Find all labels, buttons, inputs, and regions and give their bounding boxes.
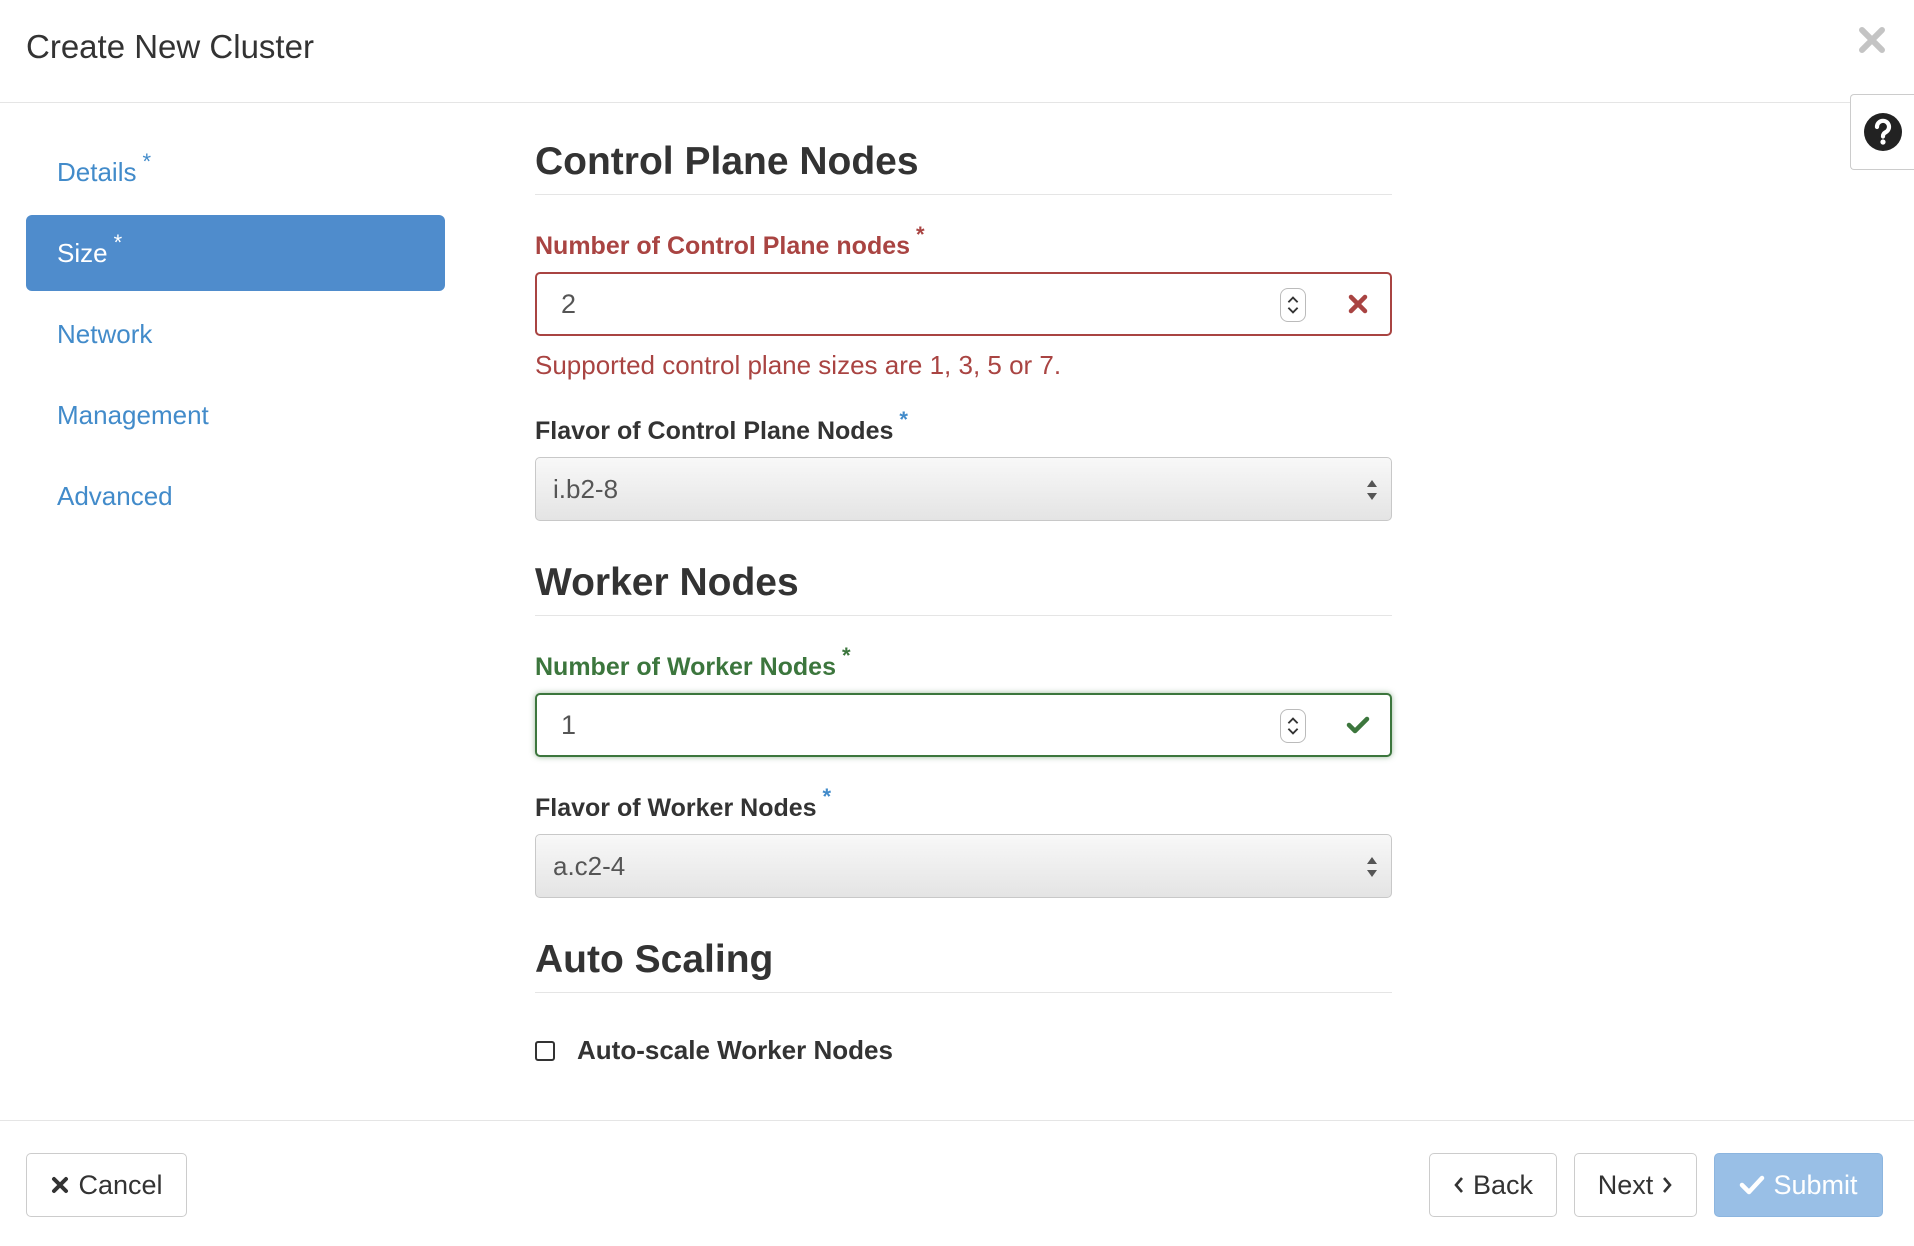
dialog-footer: Cancel Back Next Submit xyxy=(0,1120,1914,1246)
section-title-worker-nodes: Worker Nodes xyxy=(535,557,1392,616)
sidebar-item-size[interactable]: Size * xyxy=(26,215,445,291)
create-cluster-dialog: Create New Cluster Details * Size * Networ… xyxy=(0,0,1914,1246)
help-button[interactable] xyxy=(1850,94,1914,170)
sidebar-item-label: Size xyxy=(57,238,108,268)
control-plane-flavor-select[interactable]: i.b2-8 xyxy=(535,457,1392,521)
cancel-label: Cancel xyxy=(78,1169,163,1200)
sidebar-item-details[interactable]: Details * xyxy=(26,134,445,210)
wizard-sidebar: Details * Size * Network Management Advanc… xyxy=(26,134,445,539)
sidebar-item-label: Management xyxy=(57,400,209,430)
chevron-left-icon xyxy=(1454,1177,1463,1193)
select-value: i.b2-8 xyxy=(553,474,619,504)
sidebar-item-management[interactable]: Management xyxy=(26,377,445,453)
required-marker: * xyxy=(916,222,925,247)
worker-count-input[interactable] xyxy=(537,695,1237,755)
section-title-control-plane: Control Plane Nodes xyxy=(535,136,1392,195)
required-marker: * xyxy=(822,784,832,809)
control-plane-flavor-label: Flavor of Control Plane Nodes * xyxy=(535,407,1392,447)
sidebar-item-network[interactable]: Network xyxy=(26,296,445,372)
number-spinner-icon[interactable] xyxy=(1280,709,1306,743)
error-x-icon xyxy=(1348,294,1368,314)
next-label: Next xyxy=(1597,1169,1654,1200)
worker-count-label: Number of Worker Nodes * xyxy=(535,643,1392,683)
worker-flavor-select[interactable]: a.c2-4 xyxy=(535,834,1392,898)
label-text: Flavor of Worker Nodes xyxy=(535,794,817,822)
back-button[interactable]: Back xyxy=(1429,1153,1557,1217)
auto-scale-checkbox-label: Auto-scale Worker Nodes xyxy=(577,1035,893,1065)
back-label: Back xyxy=(1472,1169,1534,1200)
sidebar-item-label: Details xyxy=(57,157,137,187)
size-form: Control Plane Nodes Number of Control Pl… xyxy=(535,136,1392,1066)
label-text: Number of Control Plane nodes xyxy=(535,232,911,260)
label-text: Number of Worker Nodes xyxy=(535,653,836,681)
check-icon xyxy=(1740,1175,1765,1195)
chevron-right-icon xyxy=(1663,1177,1672,1193)
section-title-auto-scaling: Auto Scaling xyxy=(535,934,1392,993)
sidebar-item-advanced[interactable]: Advanced xyxy=(26,458,445,534)
required-marker: * xyxy=(899,407,908,432)
label-text: Flavor of Control Plane Nodes xyxy=(535,417,894,445)
select-arrows-icon xyxy=(1367,480,1377,500)
control-plane-count-field xyxy=(535,272,1392,336)
control-plane-count-label: Number of Control Plane nodes * xyxy=(535,222,1392,262)
required-marker: * xyxy=(113,230,123,255)
close-icon xyxy=(52,1177,69,1193)
dialog-header: Create New Cluster xyxy=(0,0,1914,103)
control-plane-count-input[interactable] xyxy=(537,274,1237,334)
next-button[interactable]: Next xyxy=(1574,1153,1697,1217)
success-check-icon xyxy=(1346,716,1370,734)
question-circle-icon xyxy=(1863,113,1902,151)
close-icon[interactable] xyxy=(1852,20,1892,60)
sidebar-item-label: Network xyxy=(57,319,153,349)
sidebar-item-label: Advanced xyxy=(57,481,173,511)
required-marker: * xyxy=(841,643,851,668)
worker-count-field xyxy=(535,693,1392,757)
submit-label: Submit xyxy=(1773,1169,1858,1200)
worker-flavor-label: Flavor of Worker Nodes * xyxy=(535,784,1392,824)
number-spinner-icon[interactable] xyxy=(1280,288,1306,322)
submit-button[interactable]: Submit xyxy=(1714,1153,1883,1217)
dialog-title: Create New Cluster xyxy=(26,28,314,65)
control-plane-count-error: Supported control plane sizes are 1, 3, … xyxy=(535,350,1062,380)
auto-scale-checkbox[interactable] xyxy=(535,1040,555,1061)
required-marker: * xyxy=(142,149,152,174)
auto-scale-checkbox-row[interactable]: Auto-scale Worker Nodes xyxy=(535,1035,1392,1066)
select-arrows-icon xyxy=(1367,857,1377,877)
select-value: a.c2-4 xyxy=(553,851,626,881)
cancel-button[interactable]: Cancel xyxy=(26,1153,187,1217)
